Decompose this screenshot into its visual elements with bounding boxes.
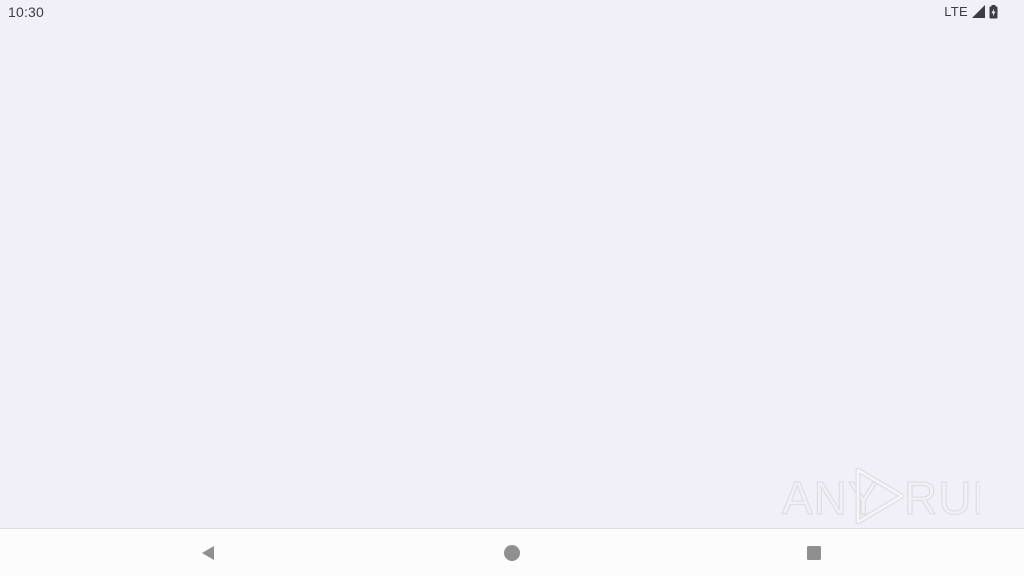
status-icons: LTE [944, 4, 998, 19]
home-button[interactable] [500, 541, 524, 565]
android-screen: 10:30 LTE ANY RU [0, 0, 1024, 576]
back-icon [202, 546, 214, 560]
signal-icon [972, 5, 985, 18]
watermark-run-text: RUN [904, 472, 980, 524]
recents-button[interactable] [802, 541, 826, 565]
back-button[interactable] [196, 541, 220, 565]
status-time: 10:30 [8, 4, 45, 20]
status-bar: 10:30 LTE [0, 0, 1024, 24]
home-icon [504, 545, 520, 561]
anyrun-watermark: ANY RUN [780, 464, 1006, 528]
battery-icon [989, 4, 998, 19]
blank-content-area [0, 24, 1024, 528]
network-type: LTE [944, 4, 968, 19]
navigation-bar [0, 528, 1024, 576]
recents-icon [807, 546, 821, 560]
